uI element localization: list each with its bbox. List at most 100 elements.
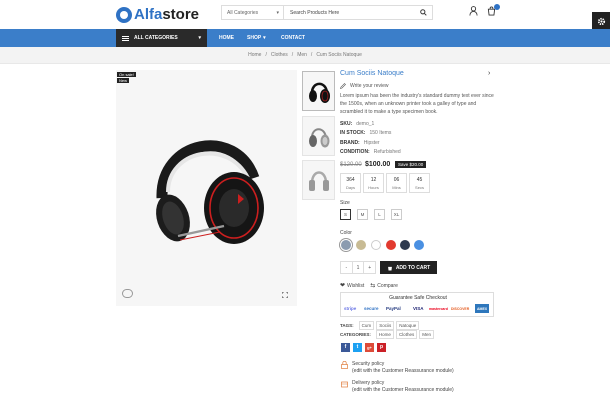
save-badge: Save $20.00 xyxy=(395,161,427,168)
nav-contact[interactable]: CONTACT xyxy=(281,29,305,47)
expand-icon xyxy=(281,291,289,299)
search-icon xyxy=(419,9,427,16)
all-categories-button[interactable]: ALL CATEGORIES ▾ xyxy=(116,29,207,47)
next-product-button[interactable]: › xyxy=(488,70,490,77)
site-logo[interactable]: Alfastore xyxy=(116,6,199,23)
countdown-days: 364 Days xyxy=(340,173,361,193)
search-button[interactable] xyxy=(414,9,432,16)
countdown-mins: 06 Mins xyxy=(386,173,407,193)
add-to-cart-button[interactable]: ADD TO CART xyxy=(380,261,437,274)
quantity-input[interactable]: 1 xyxy=(351,262,365,273)
headphones-thumb xyxy=(309,171,329,191)
color-label: Color xyxy=(340,230,352,236)
tag-link[interactable]: Cum xyxy=(358,321,375,330)
thumbnail-2[interactable] xyxy=(302,116,335,156)
pencil-icon xyxy=(340,83,346,89)
chevron-right-icon: › xyxy=(488,70,491,77)
gear-icon xyxy=(597,17,605,25)
size-option-m[interactable]: M xyxy=(357,209,368,220)
color-swatch-2[interactable] xyxy=(356,240,366,250)
discover-logo: DISCOVER xyxy=(451,306,470,311)
brand-row: BRAND: Hipster xyxy=(340,140,380,146)
write-review-link[interactable]: Write your review xyxy=(340,83,389,89)
size-option-l[interactable]: L xyxy=(374,209,385,220)
main-nav: ALL CATEGORIES ▾ HOME SHOP ▾ CONTACT xyxy=(0,29,610,47)
lock-icon xyxy=(341,361,348,369)
color-swatch-6[interactable] xyxy=(414,240,424,250)
color-swatch-4[interactable] xyxy=(386,240,396,250)
compare-icon: ⇆ xyxy=(370,283,376,289)
fullscreen-button[interactable] xyxy=(281,291,289,300)
search-bar: All Categories ▾ Search Products Here xyxy=(221,5,433,20)
new-badge: New xyxy=(117,78,130,83)
categories-row: CATEGORIES: Home Clothes Men xyxy=(340,330,434,339)
mastercard-logo: mastercard xyxy=(429,306,448,311)
search-input[interactable]: Search Products Here xyxy=(284,10,414,16)
paypal-logo: PayPal xyxy=(386,306,401,311)
size-label: Size xyxy=(340,200,350,206)
qty-decrease-button[interactable]: - xyxy=(341,262,352,273)
qty-increase-button[interactable]: + xyxy=(364,262,375,273)
quantity-stepper: - 1 + xyxy=(340,261,376,274)
cart-icon xyxy=(387,266,392,270)
wishlist-link[interactable]: ❤ Wishlist xyxy=(340,282,364,290)
breadcrumb-home[interactable]: Home xyxy=(248,52,261,58)
headphones-thumb xyxy=(309,128,330,148)
category-link[interactable]: Home xyxy=(375,330,394,339)
sku-row: SKU: demo_1 xyxy=(340,121,375,127)
pinterest-share-button[interactable]: p xyxy=(377,343,386,352)
compare-link[interactable]: ⇆ Compare xyxy=(370,282,398,290)
size-option-s[interactable]: S xyxy=(340,209,351,220)
chevron-down-icon: ▾ xyxy=(276,9,279,16)
twitter-share-button[interactable]: t xyxy=(353,343,362,352)
countdown-hours: 12 Hours xyxy=(363,173,384,193)
secure-logo: secure xyxy=(364,306,379,311)
guarantee-title: Guarantee Safe Checkout xyxy=(389,295,447,301)
guarantee-box: Guarantee Safe Checkout stripe secure Pa… xyxy=(340,292,494,317)
color-swatch-3[interactable] xyxy=(371,240,381,250)
product-title: Cum Sociis Natoque xyxy=(340,70,404,77)
breadcrumb-current: Cum Sociis Natoque xyxy=(316,52,362,58)
heart-icon: ❤ xyxy=(340,283,346,289)
category-select[interactable]: All Categories ▾ xyxy=(222,6,284,19)
stock-row: IN STOCK: 150 Items xyxy=(340,130,392,136)
headphones-thumb xyxy=(309,82,330,103)
stripe-logo: stripe xyxy=(344,306,357,311)
google-share-button[interactable]: g+ xyxy=(365,343,374,352)
visa-logo: VISA xyxy=(413,306,424,311)
cart-count-badge xyxy=(494,4,500,10)
on-sale-badge: On sale! xyxy=(117,72,136,77)
condition-row: CONDITION: Refurbished xyxy=(340,149,401,155)
nav-home[interactable]: HOME xyxy=(219,29,234,47)
chevron-down-icon: ▾ xyxy=(198,35,201,41)
breadcrumb-men[interactable]: Men xyxy=(297,52,307,58)
current-price: $100.00 xyxy=(365,161,391,168)
facebook-share-button[interactable]: f xyxy=(341,343,350,352)
amex-logo: AMEX xyxy=(475,304,490,313)
countdown-secs: 45 Secs xyxy=(409,173,430,193)
breadcrumb-clothes[interactable]: Clothes xyxy=(271,52,288,58)
reassurance-security: Security policy (edit with the Customer R… xyxy=(341,361,454,375)
headphones-image xyxy=(156,140,264,244)
cart-button[interactable] xyxy=(487,4,500,18)
delivery-icon xyxy=(341,381,348,388)
thumbnail-1[interactable] xyxy=(302,71,335,111)
settings-button[interactable] xyxy=(592,12,610,30)
tag-link[interactable]: Sociis xyxy=(376,321,395,330)
color-swatch-1[interactable] xyxy=(341,240,351,250)
nav-shop[interactable]: SHOP ▾ xyxy=(247,29,266,47)
brand-logo xyxy=(122,289,133,298)
site-header: Alfastore All Categories ▾ Search Product… xyxy=(0,0,610,29)
product-main-image[interactable] xyxy=(116,70,297,306)
tag-link[interactable]: Natoque xyxy=(396,321,420,330)
category-link[interactable]: Clothes xyxy=(395,330,418,339)
account-button[interactable] xyxy=(469,6,478,18)
wishlist-compare: ❤ Wishlist ⇆ Compare xyxy=(340,282,398,290)
old-price: $120.00 xyxy=(340,162,362,168)
size-option-xl[interactable]: XL xyxy=(391,209,402,220)
logo-icon xyxy=(116,6,132,23)
category-link[interactable]: Men xyxy=(419,330,434,339)
color-swatch-5[interactable] xyxy=(400,240,410,250)
thumbnail-3[interactable] xyxy=(302,160,335,200)
reassurance-delivery: Delivery policy (edit with the Customer R… xyxy=(341,380,454,394)
